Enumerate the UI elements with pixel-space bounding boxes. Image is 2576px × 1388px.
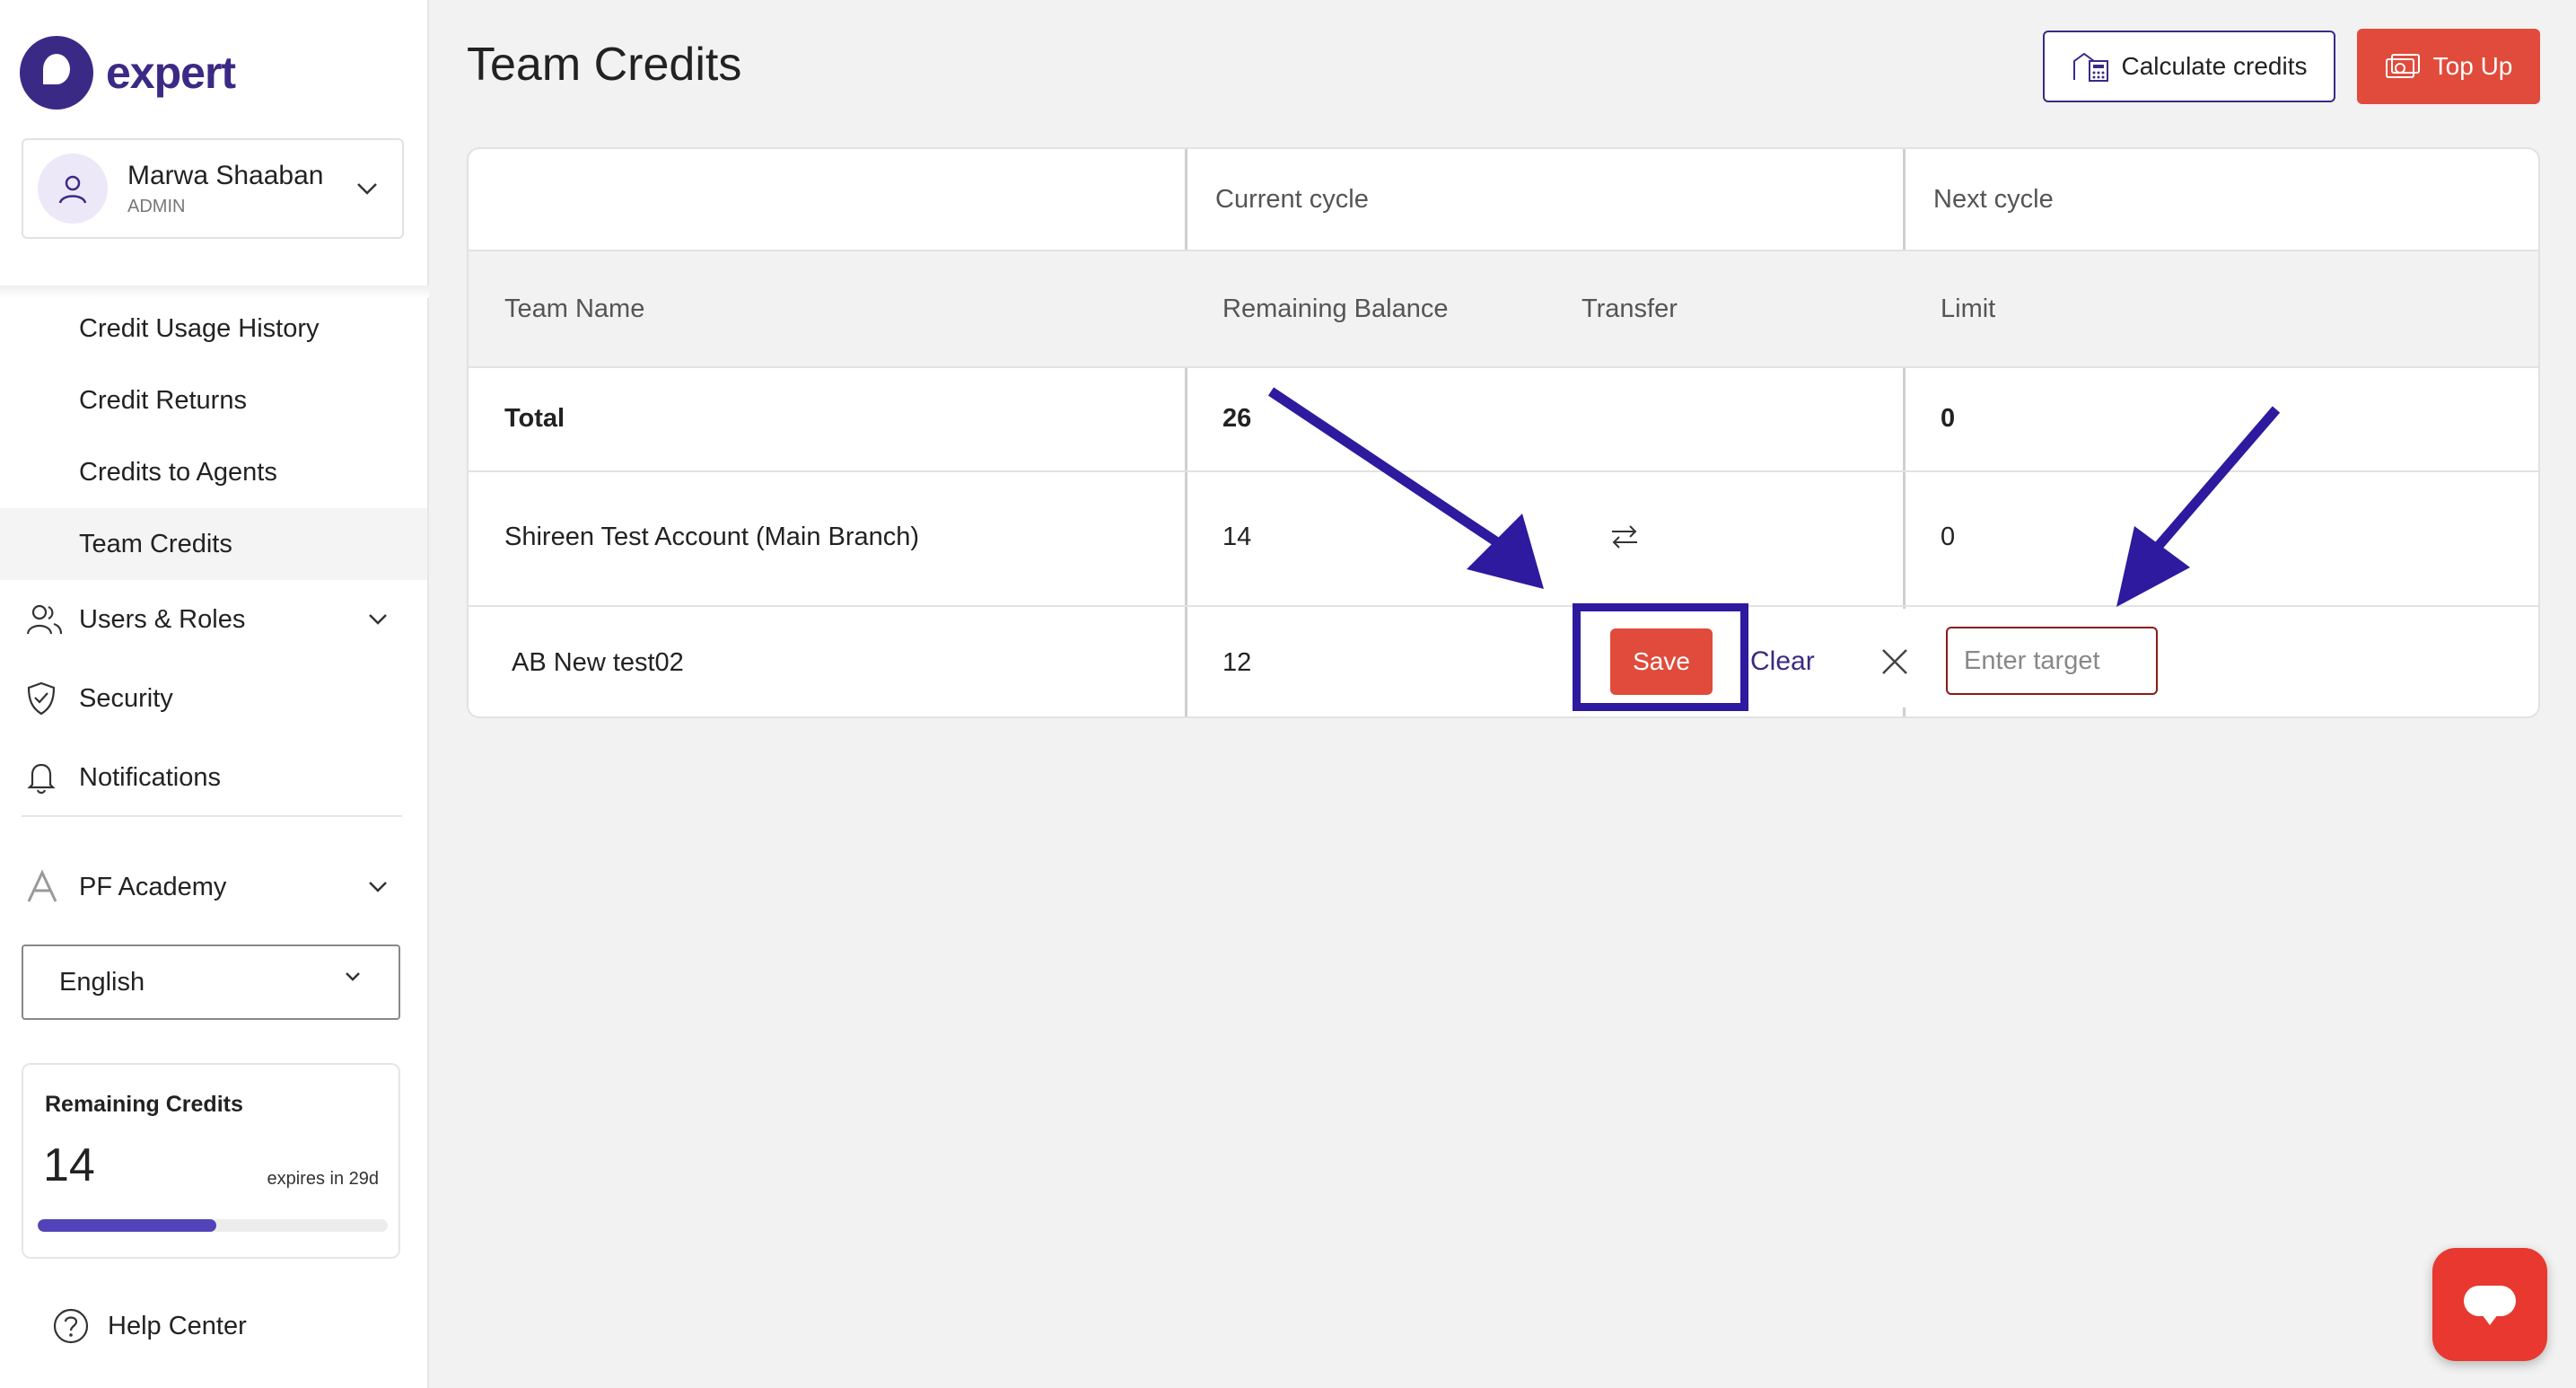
table-group-header: Current cycle Next cycle [469,149,2538,251]
total-limit: 0 [1941,404,1956,433]
shield-icon [25,681,66,716]
user-name: Marwa Shaaban [127,160,324,190]
table-row-total: Total 26 0 [469,368,2538,472]
sidebar-item-team-credits[interactable]: Team Credits [0,508,427,580]
bell-icon [25,760,66,795]
sidebar-item-users-roles[interactable]: Users & Roles [0,584,427,655]
academy-icon [25,869,66,905]
table-row: Shireen Test Account (Main Branch) 14 0 [469,472,2538,607]
remaining-balance-header: Remaining Balance [1222,294,1449,323]
credits-expiry: expires in 29d [267,1169,379,1189]
target-input[interactable] [1946,627,2158,695]
calculator-icon [2072,50,2111,83]
user-icon [58,175,87,204]
sidebar-item-pf-academy[interactable]: PF Academy [0,851,427,923]
calculate-credits-button[interactable]: Calculate credits [2043,31,2335,102]
chevron-down-icon [369,882,387,892]
next-cycle-header: Next cycle [1933,185,2054,214]
sidebar-item-label: PF Academy [79,872,227,901]
chat-icon [2464,1286,2516,1325]
team-name: AB New test02 [512,648,684,677]
total-label: Total [504,404,565,433]
credits-progress-bar [38,1219,388,1232]
user-menu[interactable]: Marwa Shaaban ADMIN [22,138,404,239]
sidebar-item-security[interactable]: Security [0,663,427,734]
transfer-icon[interactable] [1608,521,1641,553]
remaining-credits-title: Remaining Credits [45,1092,243,1117]
sidebar: expert Marwa Shaaban ADMIN Credit Usage … [0,0,429,1388]
remaining-balance: 12 [1222,648,1252,677]
top-up-button[interactable]: Top Up [2357,29,2540,104]
page-title: Team Credits [467,39,742,91]
team-name-header: Team Name [504,294,645,323]
sidebar-item-label: Notifications [79,762,221,792]
team-credits-table: Current cycle Next cycle Team Name Remai… [467,147,2540,718]
remaining-credits-card: Remaining Credits 14 expires in 29d [22,1063,400,1259]
top-up-label: Top Up [2432,52,2513,80]
table-header-row: Team Name Remaining Balance Transfer Lim… [469,251,2538,368]
remaining-credits-value: 14 [43,1139,95,1191]
help-center-link[interactable]: Help Center [52,1307,247,1345]
chevron-down-icon [357,183,377,195]
chevron-down-icon [346,972,360,981]
logo-mark-icon [20,36,93,110]
logo-text: expert [106,48,236,98]
logo[interactable]: expert [20,36,236,110]
sidebar-item-label: Users & Roles [79,604,246,634]
remaining-balance: 14 [1222,523,1252,551]
chat-button[interactable] [2432,1248,2547,1361]
sidebar-item-credit-usage-history[interactable]: Credit Usage History [0,293,427,365]
current-cycle-header: Current cycle [1215,185,1369,214]
language-select[interactable]: English [22,944,400,1020]
sidebar-item-credits-to-agents[interactable]: Credits to Agents [0,436,427,508]
avatar [38,154,108,224]
sidebar-divider [22,815,402,817]
calculate-credits-label: Calculate credits [2121,52,2308,80]
close-icon[interactable] [1879,646,1910,677]
chevron-down-icon [369,614,387,625]
annotation-highlight-box [1573,603,1748,711]
total-remaining: 26 [1222,404,1252,433]
team-name: Shireen Test Account (Main Branch) [504,523,920,551]
user-role: ADMIN [127,196,186,216]
limit-value: 0 [1941,523,1956,551]
sidebar-item-label: Security [79,683,173,713]
credits-progress-fill [38,1219,216,1232]
help-center-label: Help Center [108,1311,247,1340]
users-icon [25,602,66,637]
clear-button[interactable]: Clear [1750,646,1815,677]
help-icon [53,1308,89,1344]
money-icon [2385,52,2423,81]
sidebar-item-notifications[interactable]: Notifications [0,742,427,813]
transfer-header: Transfer [1582,294,1678,323]
language-value: English [59,967,145,997]
table-row: AB New test02 12 [469,607,2538,716]
sidebar-item-credit-returns[interactable]: Credit Returns [0,365,427,436]
limit-header: Limit [1941,294,1996,323]
